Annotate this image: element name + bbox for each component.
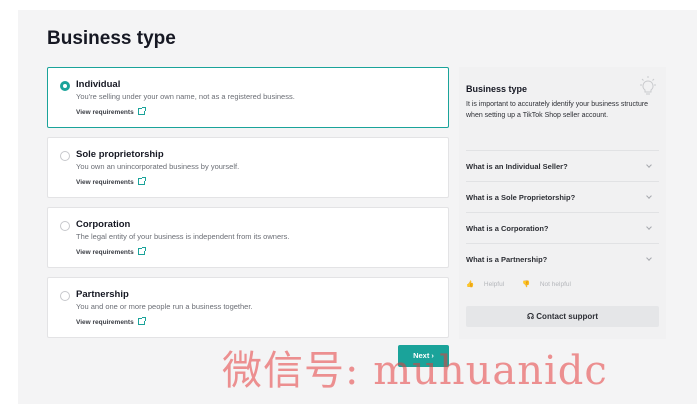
option-partnership[interactable]: Partnership You and one or more people r…: [47, 277, 449, 338]
option-description: You and one or more people run a busines…: [76, 302, 253, 311]
thumbs-down-icon: 👎: [521, 281, 531, 288]
faq-partnership[interactable]: What is a Partnership?: [466, 243, 659, 274]
external-link-icon: [137, 177, 146, 185]
option-description: The legal entity of your business is ind…: [76, 232, 290, 241]
link-label[interactable]: View requirements: [76, 109, 134, 116]
option-sole-proprietorship[interactable]: Sole proprietorship You own an unincorpo…: [47, 137, 449, 198]
option-title: Sole proprietorship: [76, 149, 164, 160]
feedback-row: 👍 Helpful 👎 Not helpful: [466, 280, 587, 288]
chevron-down-icon[interactable]: [646, 193, 652, 199]
not-helpful-label[interactable]: Not helpful: [540, 281, 571, 288]
watermark-text: 微信号: muhuanidc: [222, 348, 608, 394]
external-link-icon: [137, 107, 146, 115]
option-description: You own an unincorporated business by yo…: [76, 162, 240, 171]
view-requirements-link[interactable]: View requirements: [76, 107, 146, 116]
contact-support-button[interactable]: ☊ Contact support: [466, 306, 659, 327]
help-title: Business type: [466, 84, 528, 94]
support-label[interactable]: Contact support: [536, 312, 598, 321]
radio-selected-icon[interactable]: [60, 81, 70, 91]
thumbs-up-icon: 👍: [466, 281, 475, 288]
faq-label[interactable]: What is a Corporation?: [466, 224, 549, 233]
faq-label[interactable]: What is a Sole Proprietorship?: [466, 193, 575, 202]
radio-icon[interactable]: [60, 151, 70, 161]
view-requirements-link[interactable]: View requirements: [76, 247, 146, 256]
help-text: It is important to accurately identify y…: [466, 101, 649, 119]
chevron-down-icon[interactable]: [646, 224, 652, 230]
faq-label[interactable]: What is an Individual Seller?: [466, 162, 568, 171]
option-title: Partnership: [76, 289, 129, 300]
headset-icon: ☊: [526, 312, 535, 321]
lightbulb-icon: [640, 76, 656, 95]
option-corporation[interactable]: Corporation The legal entity of your bus…: [47, 207, 449, 268]
option-title: Individual: [76, 79, 121, 90]
link-label[interactable]: View requirements: [76, 319, 134, 326]
external-link-icon: [137, 247, 146, 255]
not-helpful-button[interactable]: 👎 Not helpful: [522, 281, 579, 288]
faq-individual[interactable]: What is an Individual Seller?: [466, 150, 659, 181]
option-description: You're selling under your own name, not …: [76, 92, 295, 101]
help-panel: Business type It is important to accurat…: [459, 67, 666, 339]
radio-icon[interactable]: [60, 221, 70, 231]
view-requirements-link[interactable]: View requirements: [76, 177, 146, 186]
helpful-button[interactable]: 👍 Helpful: [466, 281, 512, 288]
faq-label[interactable]: What is a Partnership?: [466, 255, 547, 264]
view-requirements-link[interactable]: View requirements: [76, 317, 146, 326]
external-link-icon: [137, 317, 146, 325]
faq-corporation[interactable]: What is a Corporation?: [466, 212, 659, 243]
option-individual[interactable]: Individual You're selling under your own…: [47, 67, 449, 128]
helpful-label[interactable]: Helpful: [484, 281, 504, 288]
radio-icon[interactable]: [60, 291, 70, 301]
chevron-down-icon[interactable]: [646, 162, 652, 168]
option-title: Corporation: [76, 219, 131, 230]
link-label[interactable]: View requirements: [76, 249, 134, 256]
link-label[interactable]: View requirements: [76, 179, 134, 186]
page-title: Business type: [47, 28, 176, 49]
chevron-down-icon[interactable]: [646, 255, 652, 261]
faq-sole-proprietorship[interactable]: What is a Sole Proprietorship?: [466, 181, 659, 212]
